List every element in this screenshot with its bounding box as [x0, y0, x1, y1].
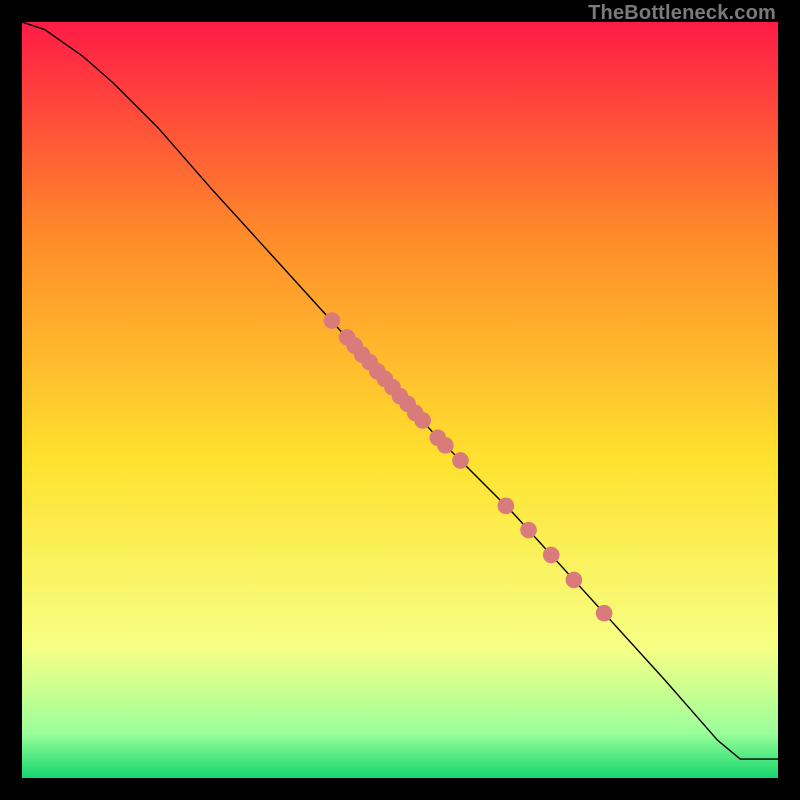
chart-marker	[566, 572, 583, 589]
chart-marker	[324, 312, 341, 329]
chart-stage: TheBottleneck.com	[0, 0, 800, 800]
chart-marker	[543, 547, 560, 564]
chart-marker	[437, 437, 454, 454]
bottleneck-chart	[22, 22, 778, 778]
chart-marker	[414, 412, 431, 429]
watermark-label: TheBottleneck.com	[588, 2, 776, 25]
chart-marker	[498, 498, 515, 515]
chart-marker	[452, 452, 469, 469]
chart-marker	[596, 605, 613, 622]
chart-marker	[520, 522, 537, 539]
